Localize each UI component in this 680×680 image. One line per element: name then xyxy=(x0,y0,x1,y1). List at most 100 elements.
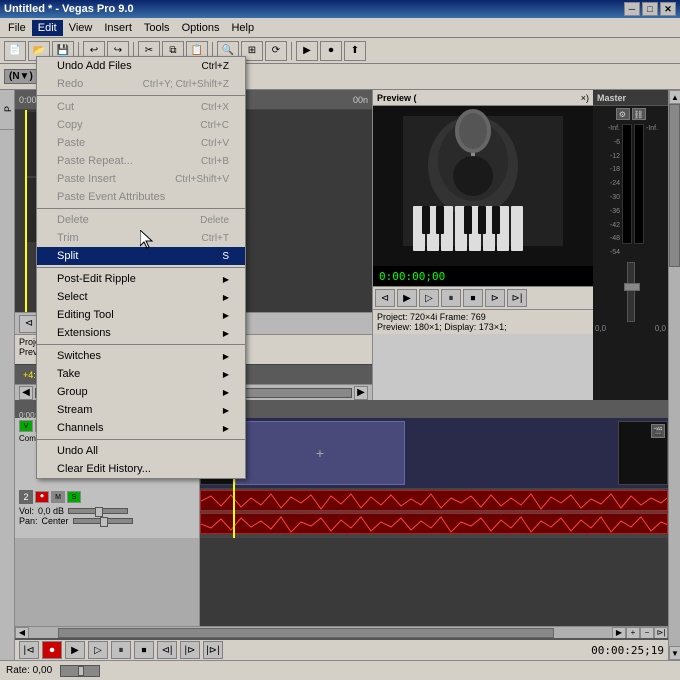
export-button[interactable]: ⬆ xyxy=(344,41,366,61)
pan-slider-thumb[interactable] xyxy=(100,517,108,527)
menu-cut: Cut Ctrl+X xyxy=(37,98,245,116)
menu-split[interactable]: Split S xyxy=(37,247,245,265)
audio-track-record-btn[interactable]: ⏺ xyxy=(35,491,49,503)
menu-take[interactable]: Take xyxy=(37,365,245,383)
preview-timecode: 0:00:00;00 xyxy=(379,270,445,283)
master-fader-slider[interactable] xyxy=(627,262,635,322)
menu-paste-repeat: Paste Repeat... Ctrl+B xyxy=(37,152,245,170)
audio-mute-btn[interactable]: M xyxy=(51,491,65,503)
pb-play-btn[interactable]: ▶ xyxy=(65,641,85,659)
h-scrollbar-track[interactable] xyxy=(29,628,612,638)
filmstrip-icon: 🎬 xyxy=(651,424,665,438)
menu-options[interactable]: Options xyxy=(176,20,226,36)
menu-select[interactable]: Select xyxy=(37,288,245,306)
preview-next-btn[interactable]: ⊳ xyxy=(485,289,505,307)
rate-label: Rate: 0,00 xyxy=(6,665,52,676)
menu-tools[interactable]: Tools xyxy=(138,20,176,36)
render-button[interactable]: ▶ xyxy=(296,41,318,61)
playback-bar: |⊲ ⏺ ▶ ▷ ⏸ ⏹ ⊲| |⊳ |⊳| 00:00:25;19 xyxy=(15,638,668,660)
scroll-right-btn[interactable]: ▶ xyxy=(354,386,368,400)
rate-slider[interactable] xyxy=(60,665,100,677)
sep-1 xyxy=(37,95,245,96)
menu-help[interactable]: Help xyxy=(225,20,260,36)
audio-solo-btn[interactable]: S xyxy=(67,491,81,503)
scroll-left-btn[interactable]: ◀ xyxy=(19,386,33,400)
menu-file[interactable]: File xyxy=(2,20,32,36)
scrollbar-minus-btn[interactable]: − xyxy=(640,627,654,639)
empty-track-controls xyxy=(15,538,200,626)
rate-slider-thumb[interactable] xyxy=(78,666,84,676)
v-scroll-down[interactable]: ▼ xyxy=(669,646,680,660)
vol-label: Vol: xyxy=(19,506,34,516)
menu-undo[interactable]: Undo Add Files Ctrl+Z xyxy=(37,57,245,75)
master-gear-icon[interactable]: ⚙ xyxy=(616,108,630,120)
vol-slider-thumb[interactable] xyxy=(95,507,103,517)
preview-prev-btn[interactable]: ⊲ xyxy=(375,289,395,307)
timeline-end-label: 00n xyxy=(353,95,368,105)
preview-play-btn[interactable]: ▶ xyxy=(397,289,417,307)
capture-button[interactable]: ⏺ xyxy=(320,41,342,61)
menu-edit[interactable]: Edit xyxy=(32,20,63,36)
pb-prev-btn[interactable]: ⊲| xyxy=(157,641,177,659)
pb-stop-btn[interactable]: ⏹ xyxy=(134,641,154,659)
scrollbar-right-arrow[interactable]: ▶ xyxy=(612,627,626,639)
video-clip-main[interactable]: + xyxy=(235,421,405,485)
preview-play2-btn[interactable]: ▷ xyxy=(419,289,439,307)
video-track-mute-btn[interactable]: V xyxy=(19,420,33,432)
audio-clip-bottom[interactable] xyxy=(200,513,668,534)
sep-4 xyxy=(37,344,245,345)
preview-stop-btn[interactable]: ⏹ xyxy=(463,289,483,307)
close-button[interactable]: ✕ xyxy=(660,2,676,16)
new-button[interactable]: 📄 xyxy=(4,41,26,61)
preview-close[interactable]: ×) xyxy=(581,93,589,103)
pb-play2-btn[interactable]: ▷ xyxy=(88,641,108,659)
scrollbar-plus-btn[interactable]: + xyxy=(626,627,640,639)
maximize-button[interactable]: □ xyxy=(642,2,658,16)
sidebar-tab-p[interactable]: P xyxy=(0,90,15,130)
pb-end-btn[interactable]: |⊳| xyxy=(203,641,223,659)
app-v-scrollbar[interactable]: ▲ ▼ xyxy=(668,90,680,660)
menu-clear-history[interactable]: Clear Edit History... xyxy=(37,460,245,478)
audio-track-content-top xyxy=(200,488,668,538)
vol-slider[interactable] xyxy=(68,508,128,514)
pb-pause-btn[interactable]: ⏸ xyxy=(111,641,131,659)
preview-end-btn[interactable]: ⊳| xyxy=(507,289,527,307)
menu-insert[interactable]: Insert xyxy=(98,20,138,36)
v-scrollbar-thumb[interactable] xyxy=(669,104,680,267)
scrollbar-end-btn[interactable]: ⊳| xyxy=(654,627,668,639)
scrollbar-left-arrow[interactable]: ◀ xyxy=(15,627,29,639)
preview-stats: Preview: 180×1; Display: 173×1; xyxy=(377,322,589,332)
loop-button[interactable]: ⟳ xyxy=(265,41,287,61)
minimize-button[interactable]: ─ xyxy=(624,2,640,16)
menu-switches[interactable]: Switches xyxy=(37,347,245,365)
pb-home-btn[interactable]: |⊲ xyxy=(19,641,39,659)
menu-view[interactable]: View xyxy=(63,20,99,36)
h-scrollbar-thumb[interactable] xyxy=(58,628,554,638)
timeline-cursor xyxy=(25,110,27,312)
menu-undo-all[interactable]: Undo All xyxy=(37,442,245,460)
menu-group[interactable]: Group xyxy=(37,383,245,401)
video-track-content: + 🎬 xyxy=(200,418,668,488)
v-scrollbar-track[interactable] xyxy=(669,104,680,646)
master-panel: Master ⚙ ⛓ -Inf. xyxy=(593,90,668,400)
pb-next-btn[interactable]: |⊳ xyxy=(180,641,200,659)
master-title: Master xyxy=(597,93,626,103)
title-bar: Untitled * - Vegas Pro 9.0 ─ □ ✕ xyxy=(0,0,680,18)
master-vol-left: 0,0 xyxy=(595,324,606,333)
video-clip-end[interactable]: 🎬 xyxy=(618,421,668,485)
menu-post-edit-ripple[interactable]: Post-Edit Ripple xyxy=(37,270,245,288)
menu-paste: Paste Ctrl+V xyxy=(37,134,245,152)
menu-stream[interactable]: Stream xyxy=(37,401,245,419)
menu-extensions[interactable]: Extensions xyxy=(37,324,245,342)
v-scroll-up[interactable]: ▲ xyxy=(669,90,680,104)
menu-channels[interactable]: Channels xyxy=(37,419,245,437)
master-fader-thumb[interactable] xyxy=(624,283,640,291)
edit-dropdown-menu: Undo Add Files Ctrl+Z Redo Ctrl+Y; Ctrl+… xyxy=(36,56,246,479)
timeline-h-scrollbar[interactable]: ◀ ▶ + − ⊳| xyxy=(15,626,668,638)
preview-pause-btn[interactable]: ⏸ xyxy=(441,289,461,307)
pb-record-btn[interactable]: ⏺ xyxy=(42,641,62,659)
master-chain-icon[interactable]: ⛓ xyxy=(632,108,646,120)
menu-editing-tool[interactable]: Editing Tool xyxy=(37,306,245,324)
audio-clip-top[interactable] xyxy=(200,490,668,511)
pan-slider[interactable] xyxy=(73,518,133,524)
